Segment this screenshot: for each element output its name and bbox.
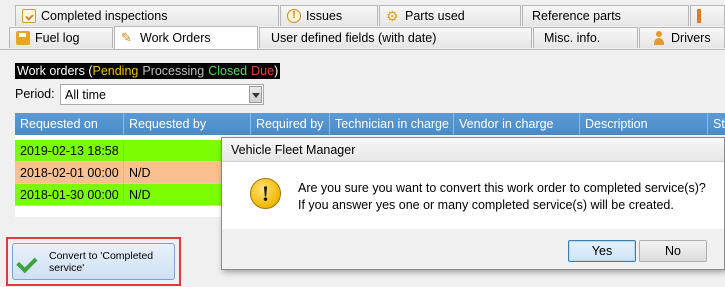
- dialog-message: Are you sure you want to convert this wo…: [298, 180, 718, 214]
- tab-label: Issues: [306, 9, 343, 23]
- yes-button[interactable]: Yes: [568, 240, 636, 262]
- period-label: Period:: [15, 87, 55, 101]
- tab-misc-info[interactable]: Misc. info.: [533, 27, 638, 48]
- no-button[interactable]: No: [639, 240, 707, 262]
- column-header[interactable]: Required by: [251, 113, 330, 135]
- status-legend: Work orders ( Pending Processing Closed …: [15, 63, 281, 79]
- tab-label: Fuel log: [35, 31, 80, 45]
- tab-label: Parts used: [405, 9, 465, 23]
- table-cell: 2018-02-01 00:00: [15, 162, 124, 183]
- warning-icon: !: [250, 178, 281, 209]
- tab-drivers[interactable]: Drivers: [639, 27, 725, 48]
- column-header[interactable]: Requested by: [124, 113, 251, 135]
- tab-label: Misc. info.: [544, 31, 601, 45]
- tab-label: User defined fields (with date): [271, 31, 437, 45]
- tab-label: Completed inspections: [41, 9, 168, 23]
- tab-work-orders[interactable]: ✎ Work Orders: [114, 26, 258, 49]
- legend-closed: Closed: [208, 64, 248, 78]
- column-header[interactable]: Requested on: [15, 113, 124, 135]
- tab-label: Reference parts: [532, 9, 621, 23]
- period-value: All time: [65, 87, 106, 102]
- dialog-body: ! Are you sure you want to convert this …: [222, 163, 724, 229]
- period-select[interactable]: All time: [60, 84, 264, 105]
- clipboard-check-icon: [22, 9, 36, 23]
- legend-due: Due: [251, 64, 275, 78]
- legend-pending: Pending: [92, 64, 139, 78]
- tab-overflow[interactable]: [690, 5, 725, 26]
- column-header[interactable]: Sta: [708, 113, 725, 135]
- tab-label: Drivers: [671, 31, 711, 45]
- dialog-footer: Yes No: [222, 229, 724, 269]
- wrench-icon: ✎: [121, 30, 132, 45]
- tab-label: Work Orders: [140, 31, 211, 45]
- dialog-message-line2: If you answer yes one or many completed …: [298, 198, 674, 212]
- highlight-box: [6, 237, 181, 286]
- gears-icon: ⚙: [386, 8, 399, 24]
- tab-reference-parts[interactable]: Reference parts: [522, 5, 689, 26]
- table-cell: 2019-02-13 18:58: [15, 140, 124, 161]
- legend-processing: Processing: [142, 64, 205, 78]
- tab-fuel-log[interactable]: Fuel log: [9, 27, 113, 48]
- grid-header: Requested on Requested by Required by Te…: [15, 113, 725, 135]
- warning-circle-icon: !: [287, 9, 301, 23]
- tab-overflow-icon: [697, 9, 711, 23]
- confirm-dialog: Vehicle Fleet Manager ! Are you sure you…: [221, 137, 725, 270]
- dialog-title: Vehicle Fleet Manager: [222, 138, 724, 162]
- column-header[interactable]: Description: [580, 113, 708, 135]
- person-icon: [652, 31, 666, 45]
- tab-issues[interactable]: ! Issues: [280, 5, 378, 26]
- tab-completed-inspections[interactable]: Completed inspections: [15, 5, 279, 26]
- legend-prefix: Work orders (: [17, 64, 93, 78]
- chevron-down-icon[interactable]: [249, 86, 262, 103]
- tab-user-defined-fields[interactable]: User defined fields (with date): [259, 27, 532, 48]
- fuel-pump-icon: [16, 31, 30, 45]
- tab-parts-used[interactable]: ⚙ Parts used: [379, 5, 521, 26]
- column-header[interactable]: Technician in charge: [330, 113, 454, 135]
- legend-suffix: ): [274, 64, 279, 78]
- dialog-message-line1: Are you sure you want to convert this wo…: [298, 181, 706, 195]
- table-cell: 2018-01-30 00:00: [15, 184, 124, 205]
- column-header[interactable]: Vendor in charge: [454, 113, 580, 135]
